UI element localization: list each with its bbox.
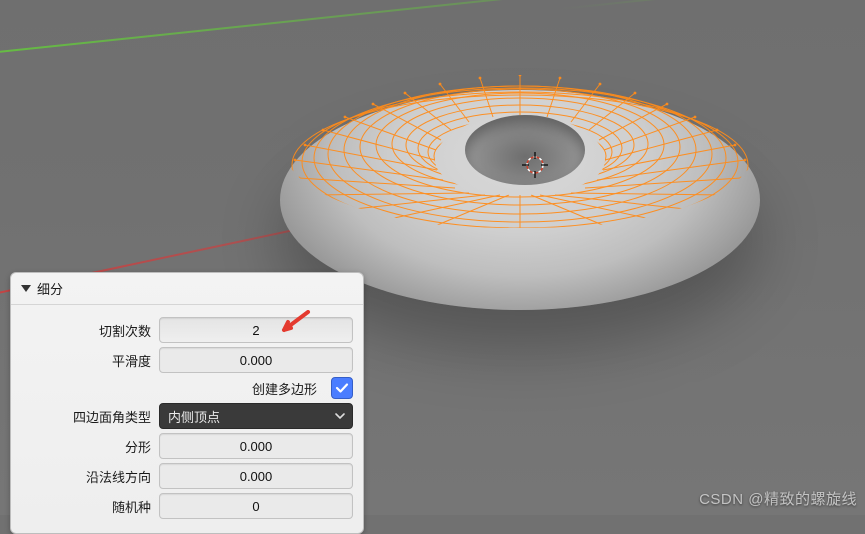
create-ngons-checkbox[interactable] xyxy=(331,377,353,399)
operator-panel-subdivide[interactable]: 细分 切割次数 2 平滑度 0.000 创建多边形 四边面角类型 内侧顶点 xyxy=(10,272,364,534)
create-ngons-label: 创建多边形 xyxy=(252,379,317,398)
random-seed-field[interactable]: 0 xyxy=(159,493,353,519)
cuts-label: 切割次数 xyxy=(21,321,151,340)
torus-hole xyxy=(465,115,585,185)
quad-corner-value: 内侧顶点 xyxy=(168,407,220,426)
fractal-value: 0.000 xyxy=(240,439,273,454)
along-normal-label: 沿法线方向 xyxy=(21,467,151,486)
quad-corner-label: 四边面角类型 xyxy=(21,407,151,426)
along-normal-field[interactable]: 0.000 xyxy=(159,463,353,489)
panel-title: 细分 xyxy=(37,279,63,298)
smoothness-label: 平滑度 xyxy=(21,351,151,370)
check-icon xyxy=(335,381,349,395)
panel-header[interactable]: 细分 xyxy=(11,273,363,305)
disclosure-triangle-icon[interactable] xyxy=(21,285,31,292)
fractal-label: 分形 xyxy=(21,437,151,456)
quad-corner-select[interactable]: 内侧顶点 xyxy=(159,403,353,429)
cuts-field[interactable]: 2 xyxy=(159,317,353,343)
chevron-down-icon xyxy=(334,410,346,425)
axis-y-line-far xyxy=(560,0,865,10)
cuts-value: 2 xyxy=(252,323,259,338)
random-seed-label: 随机种 xyxy=(21,497,151,516)
random-seed-value: 0 xyxy=(252,499,259,514)
smoothness-value: 0.000 xyxy=(240,353,273,368)
fractal-field[interactable]: 0.000 xyxy=(159,433,353,459)
smoothness-field[interactable]: 0.000 xyxy=(159,347,353,373)
along-normal-value: 0.000 xyxy=(240,469,273,484)
watermark-text: CSDN @精致的螺旋线 xyxy=(699,488,857,509)
